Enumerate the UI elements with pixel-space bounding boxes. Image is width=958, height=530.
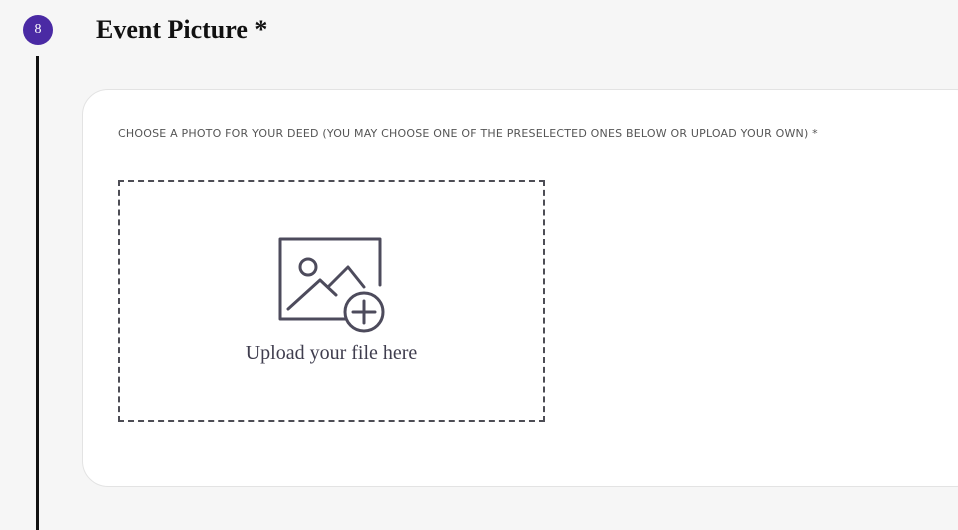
upload-prompt-text: Upload your file here	[245, 342, 418, 364]
event-picture-card: CHOOSE A PHOTO FOR YOUR DEED (YOU MAY CH…	[82, 89, 958, 487]
section-title: Event Picture *	[96, 15, 268, 44]
image-add-icon	[278, 237, 385, 333]
step-connector-line	[36, 56, 39, 530]
step-number-badge: 8	[23, 15, 53, 45]
file-upload-dropzone[interactable]: Upload your file here	[118, 180, 545, 422]
photo-field-label: CHOOSE A PHOTO FOR YOUR DEED (YOU MAY CH…	[118, 127, 818, 140]
